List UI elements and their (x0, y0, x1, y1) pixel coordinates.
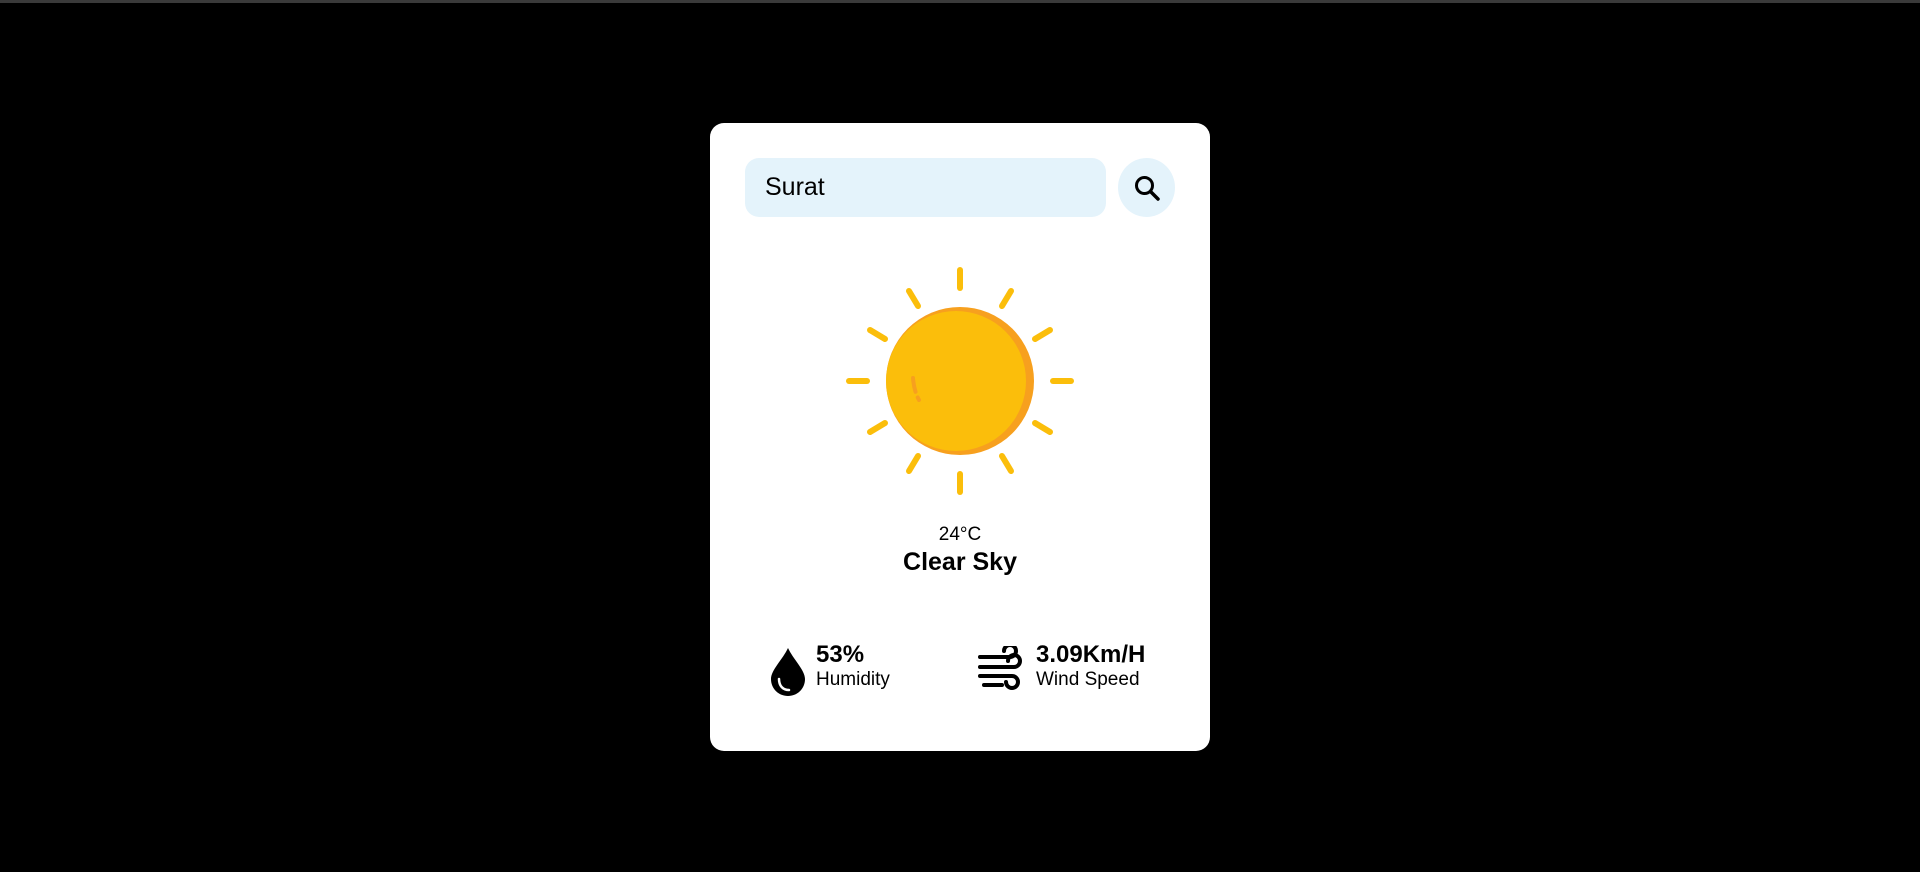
weather-card: 24°C Clear Sky 53% Humidity 3.09Km/H Win… (710, 123, 1210, 751)
temperature: 24°C (938, 524, 982, 545)
browser-top-edge (0, 0, 1920, 3)
search-icon (1134, 175, 1160, 201)
sun-icon (846, 267, 1074, 495)
humidity-label: Humidity (816, 669, 890, 690)
water-drop-icon (771, 648, 805, 696)
humidity-stat: 53% Humidity (768, 641, 938, 701)
wind-speed-label: Wind Speed (1036, 669, 1140, 690)
search-bar (745, 158, 1175, 217)
wind-icon (978, 646, 1022, 690)
city-search-input[interactable] (745, 158, 1106, 217)
wind-speed-value: 3.09Km/H (1036, 641, 1146, 668)
humidity-value: 53% (816, 641, 865, 668)
wind-speed-stat: 3.09Km/H Wind Speed (976, 641, 1176, 701)
weather-condition: Clear Sky (903, 548, 1017, 576)
search-button[interactable] (1118, 158, 1175, 217)
